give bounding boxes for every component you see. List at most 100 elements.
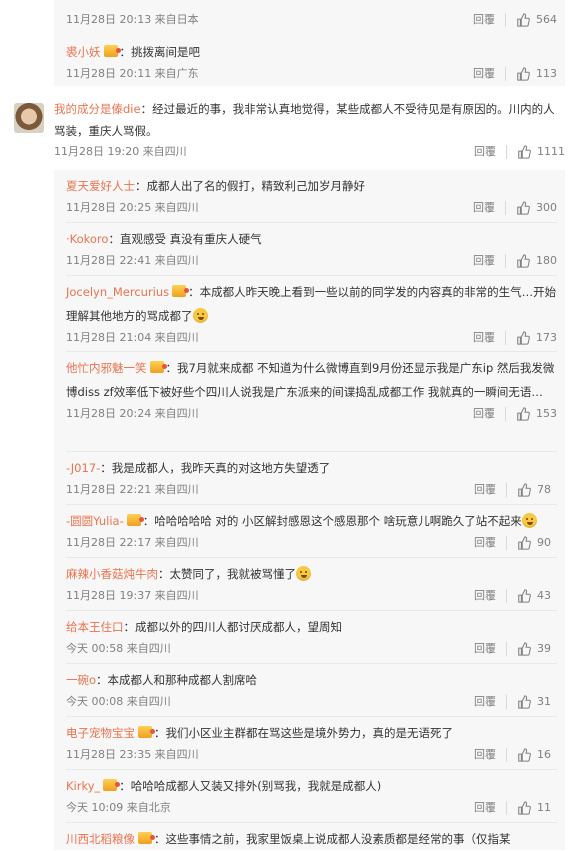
reply-username[interactable]: 电子宠物宝宝	[66, 726, 135, 740]
reply-button[interactable]: 回覆	[474, 745, 496, 765]
list-item: 川西北稻粮像 ：这些事情之前，我家里饭桌上说成都人没素质都是经常的事（仅指某	[66, 827, 557, 851]
list-item: Jocelyn_Mercurius ：本成都人昨天晚上看到一些以前的同学发的内容真…	[66, 280, 557, 348]
list-item: 给本王住口：成都以外的四川人都讨厌成都人，望周知 今天 00:58 来自四川 回…	[66, 615, 557, 659]
reply-button[interactable]: 回覆	[474, 798, 496, 818]
reply-username[interactable]: 麻辣小香菇炖牛肉	[66, 567, 158, 581]
reply-text: ：这些事情之前，我家里饭桌上说成都人没素质都是经常的事（仅指某	[154, 832, 511, 846]
thumb-up-icon	[518, 589, 531, 603]
like-button[interactable]: 90	[517, 533, 557, 553]
reply-button[interactable]: 回覆	[474, 533, 496, 553]
like-button[interactable]: 153	[516, 404, 557, 424]
reply-text: ：成都以外的四川人都讨厌成都人，望周知	[123, 620, 343, 634]
reply-button[interactable]: 回覆	[474, 142, 496, 162]
reply-button[interactable]: 回覆	[473, 328, 495, 348]
thumb-up-icon	[518, 801, 531, 815]
divider	[505, 201, 506, 215]
reply-actions: 回覆 300	[473, 198, 557, 218]
like-count: 180	[536, 254, 557, 267]
reply-username[interactable]: Jocelyn_Mercurius	[66, 285, 169, 299]
divider	[505, 67, 506, 81]
reply-time: 11月28日 22:21 来自四川	[66, 483, 199, 496]
divider	[506, 536, 507, 550]
like-button[interactable]: 113	[516, 64, 557, 84]
vip-badge-icon	[138, 832, 155, 844]
reply-button[interactable]: 回覆	[474, 692, 496, 712]
list-item: 电子宠物宝宝 ：我们小区业主群都在骂这些是境外势力，真的是无语死了 11月28日 …	[66, 721, 557, 765]
divider	[506, 642, 507, 656]
like-button[interactable]: 78	[517, 480, 557, 500]
reply-username[interactable]: 川西北稻粮像	[66, 832, 135, 846]
reply-button[interactable]: 回覆	[473, 64, 495, 84]
like-button[interactable]: 1111	[517, 142, 565, 162]
vip-badge-icon	[172, 285, 190, 297]
reply-text: ：太赞同了，我就被骂懂了	[158, 567, 296, 581]
thumb-up-icon	[517, 407, 530, 421]
like-button[interactable]: 31	[517, 692, 557, 712]
like-button[interactable]: 16	[517, 745, 557, 765]
reply-username[interactable]: -J017-	[66, 461, 100, 475]
divider	[66, 275, 557, 276]
like-count: 1111	[537, 145, 565, 158]
divider	[66, 663, 557, 664]
like-button[interactable]: 300	[516, 198, 557, 218]
reply-button[interactable]: 回覆	[474, 586, 496, 606]
avatar[interactable]	[14, 103, 44, 133]
thumb-up-icon	[518, 695, 531, 709]
like-count: 11	[537, 801, 551, 814]
comment-username[interactable]: 我的成分是傣die	[54, 102, 141, 116]
reply-username[interactable]: 裘小妖	[66, 45, 101, 59]
reply-text: ：挑拨离间是吧	[119, 45, 201, 59]
reply-time: 11月28日 20:11 来自广东	[66, 67, 199, 80]
reply-time: 11月28日 22:17 来自四川	[66, 536, 199, 549]
reply-button[interactable]: 回覆	[473, 198, 495, 218]
reply-username[interactable]: 一碗o	[66, 673, 96, 687]
vip-badge-icon	[103, 45, 121, 57]
reply-button[interactable]: 回覆	[474, 639, 496, 659]
divider	[66, 716, 557, 717]
reply-button[interactable]: 回覆	[473, 404, 495, 424]
like-button[interactable]: 180	[516, 251, 557, 271]
thumb-up-icon	[518, 536, 531, 550]
reply-text: ：成都人出了名的假打，精致利己加岁月静好	[135, 179, 365, 193]
divider	[505, 254, 506, 268]
reply-actions: 回覆 173	[473, 328, 557, 348]
reply-button[interactable]: 回覆	[473, 10, 495, 30]
reply-username[interactable]: 他忙内邪魅一笑	[66, 361, 147, 375]
reply-actions: 回覆 180	[473, 251, 557, 271]
like-button[interactable]: 43	[517, 586, 557, 606]
reply-button[interactable]: 回覆	[474, 480, 496, 500]
divider	[66, 769, 557, 770]
divider	[506, 145, 507, 159]
reply-time: 11月28日 22:41 来自四川	[66, 254, 199, 267]
like-count: 300	[536, 201, 557, 214]
reply-text: ：本成都人和那种成都人割席哈	[96, 673, 258, 687]
reply-time: 11月28日 20:25 来自四川	[66, 201, 199, 214]
reply-username[interactable]: -圆圆Yulia-	[66, 514, 124, 528]
reply-text: ：哈哈哈哈哈 对的 小区解封感恩这个感恩那个 啥玩意儿啊跪久了站不起来	[142, 514, 522, 528]
thumb-up-icon	[518, 642, 531, 656]
reply-time: 今天 00:08 来自四川	[66, 695, 171, 708]
like-count: 173	[536, 331, 557, 344]
thumb-up-icon	[518, 145, 531, 159]
emoji-icon	[521, 513, 537, 528]
like-button[interactable]: 11	[517, 798, 557, 818]
reply-username[interactable]: 给本王住口	[66, 620, 124, 634]
reply-username[interactable]: Kirky_	[66, 779, 100, 793]
reply-username[interactable]: ·Kokoro	[66, 232, 108, 246]
emoji-icon	[192, 308, 208, 323]
vip-badge-icon	[103, 779, 121, 791]
reply-actions: 回覆 16	[474, 745, 557, 765]
divider	[66, 504, 557, 505]
divider	[506, 589, 507, 603]
list-item: -J017-：我是成都人，我昨天真的对这地方失望透了 11月28日 22:21 …	[66, 456, 557, 500]
like-button[interactable]: 173	[516, 328, 557, 348]
reply-actions: 回覆 43	[474, 586, 557, 606]
reply-username[interactable]: 夏天爱好人士	[66, 179, 135, 193]
reply-button[interactable]: 回覆	[473, 251, 495, 271]
like-button[interactable]: 39	[517, 639, 557, 659]
emoji-icon	[296, 566, 311, 581]
list-item: 麻辣小香菇炖牛肉：太赞同了，我就被骂懂了 11月28日 19:37 来自四川 回…	[66, 562, 557, 606]
reply-text: ：哈哈哈成都人又装又排外(别骂我，我就是成都人)	[119, 779, 382, 793]
like-button[interactable]: 564	[516, 10, 557, 30]
divider	[506, 695, 507, 709]
